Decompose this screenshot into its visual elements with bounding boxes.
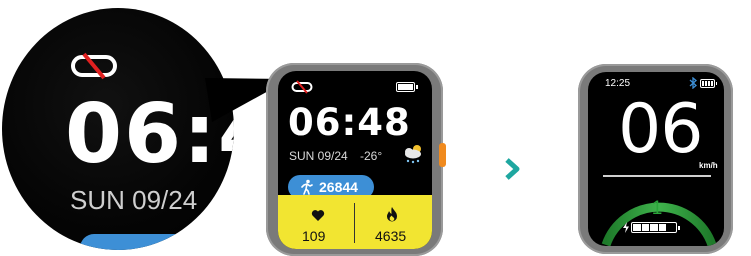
heart-rate-value: 109 [302, 228, 326, 244]
weather-snow-cloud-icon [405, 145, 421, 164]
watch-date: SUN 09/24 [289, 149, 348, 163]
running-icon [301, 179, 313, 195]
panel-divider [354, 203, 355, 243]
battery-segment [650, 224, 658, 231]
watch-face-screen: 06:48 SUN 09/24 -26° 26844 109 4635 [278, 71, 432, 249]
crown-button[interactable] [439, 143, 446, 167]
chevron-right-icon [505, 158, 520, 180]
magnifier-pointer [205, 78, 290, 122]
battery-segment [667, 224, 675, 231]
separator-line [603, 175, 711, 177]
magnified-date: SUN 09/24 [70, 185, 198, 215]
heart-icon [311, 210, 325, 221]
link-off-icon [291, 80, 313, 94]
speed-value: 06 [618, 90, 704, 169]
battery-segment [633, 224, 641, 231]
steps-count: 26844 [319, 179, 358, 195]
battery-segment [658, 224, 667, 231]
assist-level: 1 [651, 198, 663, 219]
calories-value: 4635 [375, 228, 407, 244]
battery-icon [700, 79, 717, 88]
battery-segment [641, 224, 650, 231]
battery-level-bar [631, 222, 680, 233]
battery-icon [396, 82, 418, 92]
charging-bolt-icon [623, 222, 629, 233]
bluetooth-icon [689, 77, 697, 89]
status-clock: 12:25 [605, 78, 631, 89]
flame-icon [387, 207, 397, 222]
stats-panel: 109 4635 [278, 195, 432, 249]
temperature: -26° [360, 149, 383, 163]
magnified-steps-pill [80, 234, 220, 250]
speed-unit: km/h [699, 161, 718, 170]
speed-face-screen: 12:25 06 km/h 1 [588, 72, 724, 246]
watch-time: 06:48 [288, 101, 411, 144]
